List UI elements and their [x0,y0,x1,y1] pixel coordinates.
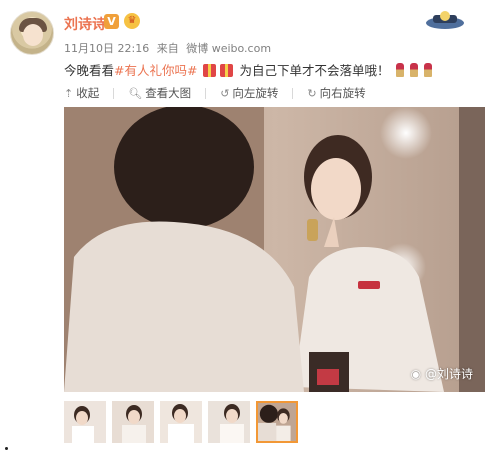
gift-icon [203,64,217,77]
username[interactable]: 刘诗诗 [64,14,106,34]
weibo-icon: ◉ [410,367,422,381]
lipstick-icon [410,63,419,77]
view-large-label: 查看大图 [145,86,192,100]
corner-badge-icon [426,11,464,29]
collapse-button[interactable]: ⇡ 收起 [64,85,99,101]
view-large-button[interactable]: 🔍︎ 查看大图 [128,85,191,101]
thumbnail[interactable] [160,401,202,443]
thumbnail[interactable] [112,401,154,443]
watermark-label: @刘诗诗 [424,367,473,381]
post-text-before: 今晚看看 [64,63,115,78]
post-meta: 11月10日 22:16 来自 微博 weibo.com [64,40,275,56]
thumbnail-active[interactable] [256,401,298,443]
lipstick-icon [396,63,405,77]
main-photo[interactable]: ◉ @刘诗诗 [64,107,485,392]
rotate-right-label: 向右旋转 [319,86,366,100]
collapse-label: 收起 [76,86,100,100]
photo-illustration [64,107,485,392]
rotate-left-label: 向左旋转 [232,86,279,100]
image-toolbar: ⇡ 收起 🔍︎ 查看大图 ↺ 向左旋转 ↻ 向右旋转 [64,82,380,104]
rotate-right-button[interactable]: ↻ 向右旋转 [307,85,365,101]
lipstick-icon [424,63,433,77]
vip-icon: ♛ [124,13,140,29]
thumbnail[interactable] [208,401,250,443]
thumbnail[interactable] [64,401,106,443]
rotate-right-icon: ↻ [307,86,317,100]
zoom-icon: 🔍︎ [128,86,143,100]
verified-icon: V [104,14,119,29]
collapse-icon: ⇡ [64,86,74,100]
topic-link[interactable]: #有人礼你吗# [114,63,197,78]
gift-icon [220,64,234,77]
post-text: 今晚看看#有人礼你吗# 为自己下单才不会落单哦！ [64,60,435,79]
toolbar-divider [205,87,207,99]
rotate-left-button[interactable]: ↺ 向左旋转 [220,85,278,101]
toolbar-divider [113,87,115,99]
post-date[interactable]: 11月10日 22:16 [64,42,149,55]
thumbnail-strip [64,401,304,443]
toolbar-divider [292,87,294,99]
photo-watermark: ◉ @刘诗诗 [411,365,473,382]
bullet-dot [5,447,8,450]
rotate-left-icon: ↺ [220,86,230,100]
post-text-after: 为自己下单才不会落单哦！ [239,63,390,78]
post-source[interactable]: 微博 weibo.com [186,42,271,55]
source-prefix: 来自 [156,42,179,55]
avatar[interactable] [10,11,54,55]
